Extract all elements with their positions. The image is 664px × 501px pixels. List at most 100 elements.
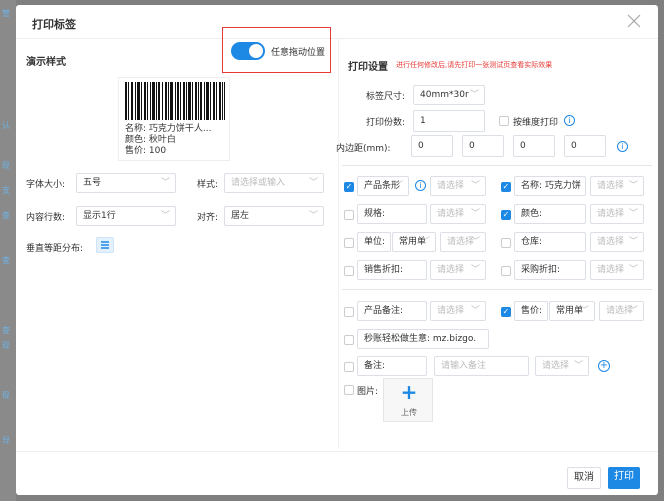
purchase-discount-option-select[interactable]: 请选择 ﹀: [590, 260, 644, 280]
chevron-down-icon: ﹀: [628, 237, 638, 247]
drag-toggle-switch[interactable]: [231, 42, 265, 60]
vertical-distribute-button[interactable]: [96, 237, 114, 253]
close-icon[interactable]: [624, 11, 644, 31]
vertical-distribute-label: 垂直等距分布:: [26, 244, 84, 254]
footer-divider: [16, 451, 658, 452]
bg-fragment: 查: [2, 256, 10, 265]
padding-input[interactable]: 0: [411, 135, 453, 157]
padding-input[interactable]: 0: [513, 135, 555, 157]
rows-label: 内容行数:: [26, 213, 66, 223]
color-input[interactable]: 颜色:: [514, 204, 586, 224]
font-size-label: 字体大小:: [26, 180, 66, 190]
padding-input[interactable]: 0: [564, 135, 606, 157]
upload-button[interactable]: + 上传: [383, 378, 433, 422]
product-note-checkbox[interactable]: [344, 307, 354, 317]
product-note-input[interactable]: 产品备注:: [357, 301, 427, 321]
chevron-down-icon: ﹀: [420, 237, 430, 247]
style-select[interactable]: 请选择或输入 ﹀: [224, 173, 324, 193]
chevron-down-icon: ﹀: [470, 209, 480, 219]
drag-toggle-highlight: 任意拖动位置: [222, 27, 331, 73]
info-icon[interactable]: i: [415, 180, 426, 191]
label-size-label: 标签尺寸:: [366, 92, 406, 102]
info-icon[interactable]: i: [564, 115, 575, 126]
align-select[interactable]: 居左 ﹀: [224, 206, 324, 226]
sales-discount-option-select[interactable]: 请选择 ﹀: [430, 260, 486, 280]
by-dimension-label: 按维度打印: [513, 118, 559, 128]
chevron-down-icon: ﹀: [160, 178, 170, 188]
bg-fragment: 现: [2, 161, 10, 170]
bg-fragment: 查: [2, 211, 10, 220]
note-input[interactable]: 请输入备注: [434, 356, 529, 376]
unit-value-select[interactable]: 常用单 ﹀: [392, 232, 436, 252]
chevron-down-icon: ﹀: [628, 209, 638, 219]
chevron-down-icon: ﹀: [628, 181, 638, 191]
spec-option-select[interactable]: 请选择 ﹀: [430, 204, 486, 224]
name-option-select[interactable]: 请选择 ﹀: [590, 176, 644, 196]
add-circle-icon[interactable]: +: [598, 360, 610, 372]
name-checkbox[interactable]: ✓: [501, 182, 511, 192]
unit-option-select[interactable]: 请选择 ﹀: [440, 232, 486, 252]
print-settings-hint: 进行任何修改后,请先打印一张测试页查看实际效果: [396, 61, 553, 69]
sales-discount-checkbox[interactable]: [344, 266, 354, 276]
note-checkbox[interactable]: [344, 362, 354, 372]
purchase-discount-input[interactable]: 采购折扣:: [514, 260, 586, 280]
shop-text-checkbox[interactable]: [344, 335, 354, 345]
unit-input[interactable]: 单位:: [357, 232, 391, 252]
chevron-down-icon: ﹀: [628, 265, 638, 275]
label-preview[interactable]: 名称: 巧克力饼干人... 颜色: 秋叶白 售价: 100: [118, 77, 230, 161]
bg-fragment: 查: [2, 326, 10, 335]
product-barcode-select[interactable]: 产品条形 ﹀: [357, 176, 409, 196]
chevron-down-icon: ﹀: [470, 237, 480, 247]
spec-checkbox[interactable]: [344, 210, 354, 220]
bg-fragment: 现: [2, 341, 10, 350]
name-input[interactable]: 名称: 巧克力饼: [514, 176, 586, 196]
dialog-title: 打印标签: [32, 18, 76, 31]
purchase-discount-checkbox[interactable]: [501, 266, 511, 276]
warehouse-option-select[interactable]: 请选择 ﹀: [590, 232, 644, 252]
image-label: 图片:: [357, 387, 379, 397]
product-note-option-select[interactable]: 请选择 ﹀: [430, 301, 486, 321]
note-label-input[interactable]: 备注:: [357, 356, 427, 376]
note-option-select[interactable]: 请选择 ﹀: [535, 356, 589, 376]
price-checkbox[interactable]: ✓: [501, 307, 511, 317]
bg-fragment: 现: [2, 391, 10, 400]
spec-input[interactable]: 规格:: [357, 204, 427, 224]
price-option-select[interactable]: 请选择 ﹀: [599, 301, 644, 321]
label-size-select[interactable]: 40mm*30r ﹀: [413, 85, 485, 105]
rows-select[interactable]: 显示1行 ﹀: [76, 206, 176, 226]
cancel-button[interactable]: 取消: [567, 467, 601, 489]
color-checkbox[interactable]: ✓: [501, 210, 511, 220]
chevron-down-icon: ﹀: [393, 181, 403, 191]
section-divider: [342, 289, 652, 290]
upload-label: 上传: [401, 408, 417, 417]
padding-label: 内边距(mm):: [336, 144, 391, 154]
chevron-down-icon: ﹀: [579, 306, 589, 316]
copies-input[interactable]: 1: [413, 110, 485, 132]
dialog-header: 打印标签: [16, 5, 658, 39]
price-input[interactable]: 售价:: [514, 301, 548, 321]
unit-checkbox[interactable]: [344, 238, 354, 248]
warehouse-input[interactable]: 仓库:: [514, 232, 586, 252]
sales-discount-input[interactable]: 销售折扣:: [357, 260, 427, 280]
image-checkbox[interactable]: [344, 385, 354, 395]
product-barcode-checkbox[interactable]: ✓: [344, 182, 354, 192]
product-barcode-option-select[interactable]: 请选择 ﹀: [430, 176, 486, 196]
distribute-icon: [101, 241, 109, 249]
font-size-select[interactable]: 五号 ﹀: [76, 173, 176, 193]
plus-icon: +: [400, 380, 418, 404]
print-button[interactable]: 打印: [608, 467, 640, 489]
preview-line-color: 颜色: 秋叶白: [125, 135, 176, 145]
align-label: 对齐:: [197, 213, 219, 223]
style-label: 样式:: [197, 180, 219, 190]
toggle-knob: [249, 44, 263, 58]
color-option-select[interactable]: 请选择 ﹀: [590, 204, 644, 224]
price-value-select[interactable]: 常用单 ﹀: [549, 301, 595, 321]
chevron-down-icon: ﹀: [308, 211, 318, 221]
info-icon[interactable]: i: [617, 141, 628, 152]
padding-input[interactable]: 0: [462, 135, 504, 157]
warehouse-checkbox[interactable]: [501, 238, 511, 248]
preview-line-name: 名称: 巧克力饼干人...: [125, 124, 212, 134]
shop-text-input[interactable]: 秒账轻松做生意: mz.bizgo.: [357, 329, 489, 349]
by-dimension-checkbox[interactable]: [499, 116, 509, 126]
bg-fragment: 导: [2, 436, 10, 445]
